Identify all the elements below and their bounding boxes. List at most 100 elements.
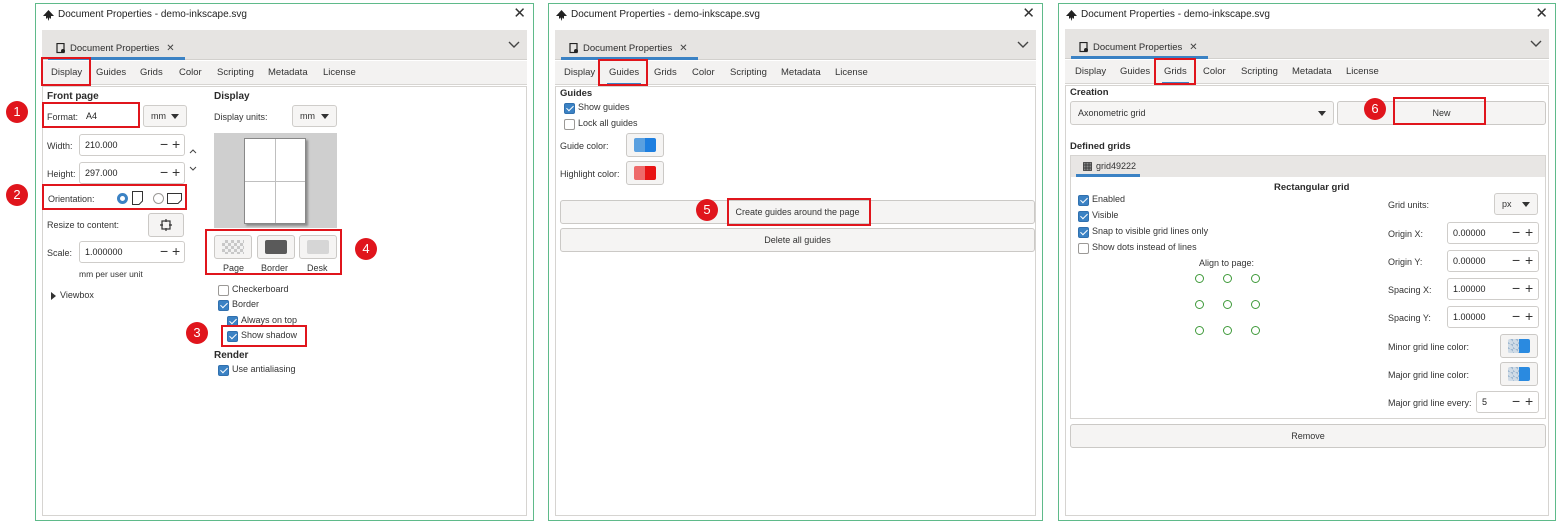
minus-icon[interactable]: −: [1512, 281, 1520, 295]
visible-checkbox[interactable]: [1078, 211, 1089, 222]
remove-grid-button[interactable]: Remove: [1070, 424, 1546, 448]
major-every-value: 5: [1482, 397, 1488, 407]
active-underline: [1076, 174, 1140, 177]
grid-type-dropdown[interactable]: Axonometric grid: [1070, 101, 1334, 125]
lock-guides-checkbox[interactable]: [564, 119, 575, 130]
viewbox-label[interactable]: Viewbox: [60, 290, 94, 300]
close-icon[interactable]: ✕: [1022, 6, 1035, 22]
tab-scripting[interactable]: Scripting: [217, 61, 254, 85]
antialiasing-checkbox[interactable]: [218, 365, 229, 376]
checkerboard-checkbox[interactable]: [218, 285, 229, 296]
dock-tab-document-properties[interactable]: Document Properties ✕: [561, 36, 698, 60]
align-top-center[interactable]: [1223, 274, 1232, 283]
align-middle-left[interactable]: [1195, 300, 1204, 309]
minus-icon[interactable]: −: [1512, 309, 1520, 323]
defined-grids-heading: Defined grids: [1070, 141, 1131, 152]
show-dots-checkbox[interactable]: [1078, 243, 1089, 254]
grid-icon: [1083, 162, 1092, 171]
tab-color[interactable]: Color: [1203, 60, 1226, 84]
tab-metadata[interactable]: Metadata: [1292, 60, 1332, 84]
tab-license[interactable]: License: [323, 61, 356, 85]
tab-display[interactable]: Display: [564, 61, 595, 85]
tab-metadata[interactable]: Metadata: [781, 61, 821, 85]
minus-icon[interactable]: −: [160, 137, 168, 151]
guide-color-button[interactable]: [626, 133, 664, 157]
plus-icon[interactable]: +: [172, 165, 180, 179]
height-field[interactable]: 297.000: [79, 162, 185, 184]
minus-icon[interactable]: −: [1512, 394, 1520, 408]
plus-icon[interactable]: +: [172, 137, 180, 151]
document-properties-window-guides: Document Properties - demo-inkscape.svg …: [548, 3, 1043, 521]
align-bottom-left[interactable]: [1195, 326, 1204, 335]
plus-icon[interactable]: +: [1525, 309, 1533, 323]
tab-guides[interactable]: Guides: [1120, 60, 1150, 84]
enabled-checkbox[interactable]: [1078, 195, 1089, 206]
tab-grids[interactable]: Grids: [140, 61, 163, 85]
highlight-format: [42, 102, 140, 128]
delete-guides-button[interactable]: Delete all guides: [560, 228, 1035, 252]
chevron-down-icon[interactable]: [1016, 38, 1030, 52]
align-top-left[interactable]: [1195, 274, 1204, 283]
align-bottom-right[interactable]: [1251, 326, 1260, 335]
close-tab-icon[interactable]: ✕: [679, 43, 687, 54]
align-center[interactable]: [1223, 300, 1232, 309]
border-checkbox[interactable]: [218, 300, 229, 311]
display-units-value: mm: [300, 111, 315, 121]
always-on-top-label: Always on top: [241, 315, 298, 325]
minus-icon[interactable]: −: [1512, 253, 1520, 267]
close-icon[interactable]: ✕: [1535, 6, 1548, 22]
tab-display[interactable]: Display: [1075, 60, 1106, 84]
dock-tab-document-properties[interactable]: Document Properties ✕: [1071, 35, 1208, 59]
close-tab-icon[interactable]: ✕: [166, 43, 174, 54]
width-field[interactable]: 210.000: [79, 134, 185, 156]
minus-icon[interactable]: −: [1512, 225, 1520, 239]
chevron-down-icon[interactable]: [507, 38, 521, 52]
lock-guides-label: Lock all guides: [578, 118, 638, 128]
tab-grids[interactable]: Grids: [654, 61, 677, 85]
format-unit-dropdown[interactable]: mm: [143, 105, 187, 127]
display-units-dropdown[interactable]: mm: [292, 105, 337, 127]
inkscape-logo-icon: [1066, 10, 1077, 21]
show-guides-checkbox[interactable]: [564, 103, 575, 114]
resize-to-content-button[interactable]: [148, 213, 184, 237]
plus-icon[interactable]: +: [1525, 281, 1533, 295]
close-tab-icon[interactable]: ✕: [1189, 42, 1197, 53]
plus-icon[interactable]: +: [1525, 225, 1533, 239]
minor-color-button[interactable]: [1500, 334, 1538, 358]
tab-guides[interactable]: Guides: [96, 61, 126, 85]
plus-icon[interactable]: +: [1525, 253, 1533, 267]
align-bottom-center[interactable]: [1223, 326, 1232, 335]
chevron-down-icon[interactable]: [1529, 37, 1543, 51]
plus-icon[interactable]: +: [1525, 394, 1533, 408]
expander-arrow-icon[interactable]: [51, 292, 56, 300]
align-grid: [1195, 274, 1261, 338]
tab-scripting[interactable]: Scripting: [1241, 60, 1278, 84]
tab-license[interactable]: License: [835, 61, 868, 85]
tab-scripting[interactable]: Scripting: [730, 61, 767, 85]
chain-link-icon[interactable]: [189, 149, 197, 171]
title-bar[interactable]: Document Properties - demo-inkscape.svg …: [549, 4, 1042, 26]
width-label: Width:: [47, 141, 73, 151]
scale-field[interactable]: 1.000000: [79, 241, 185, 263]
document-properties-icon: [56, 42, 65, 53]
highlight-guides-tab: [598, 59, 648, 86]
title-bar[interactable]: Document Properties - demo-inkscape.svg …: [1059, 4, 1555, 26]
preview-page: [244, 138, 306, 224]
tab-color[interactable]: Color: [179, 61, 202, 85]
minus-icon[interactable]: −: [160, 244, 168, 258]
tab-license[interactable]: License: [1346, 60, 1379, 84]
highlight-color-button[interactable]: [626, 161, 664, 185]
major-color-button[interactable]: [1500, 362, 1538, 386]
tab-color[interactable]: Color: [692, 61, 715, 85]
title-bar[interactable]: Document Properties - demo-inkscape.svg …: [36, 4, 533, 26]
align-middle-right[interactable]: [1251, 300, 1260, 309]
grid-tab[interactable]: grid49222: [1076, 158, 1140, 177]
plus-icon[interactable]: +: [172, 244, 180, 258]
display-panel: Front page Format: A4 mm Width: 210.000 …: [42, 86, 527, 516]
close-icon[interactable]: ✕: [513, 6, 526, 22]
grid-units-dropdown[interactable]: px: [1494, 193, 1538, 215]
align-top-right[interactable]: [1251, 274, 1260, 283]
tab-metadata[interactable]: Metadata: [268, 61, 308, 85]
snap-checkbox[interactable]: [1078, 227, 1089, 238]
minus-icon[interactable]: −: [160, 165, 168, 179]
